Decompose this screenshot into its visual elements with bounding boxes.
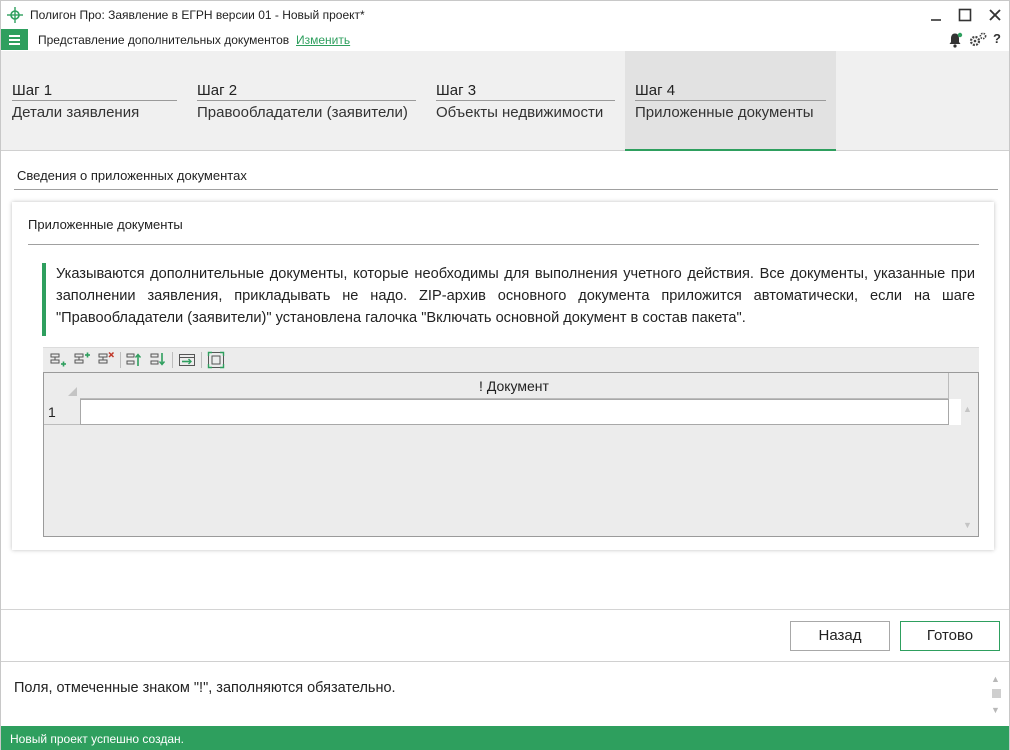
hint-panel: Поля, отмеченные знаком "!", заполняются… — [1, 661, 1009, 725]
hint-text: Поля, отмеченные знаком "!", заполняются… — [14, 680, 396, 696]
document-cell[interactable] — [80, 399, 949, 425]
move-down-icon[interactable] — [149, 351, 167, 369]
step-name: Правообладатели (заявители) — [197, 104, 408, 121]
step-2-tab[interactable]: Шаг 2 Правообладатели (заявители) — [187, 51, 427, 151]
bell-icon[interactable] — [947, 32, 963, 48]
app-window: Полигон Про: Заявление в ЕГРН версии 01 … — [0, 0, 1010, 750]
maximize-button[interactable] — [955, 5, 975, 25]
help-icon[interactable]: ? — [993, 31, 1001, 46]
insert-row-icon[interactable] — [73, 351, 91, 369]
hint-scroll-down-icon[interactable]: ▼ — [991, 705, 1000, 715]
column-header-label: ! Документ — [479, 378, 549, 394]
app-logo-icon — [7, 7, 23, 23]
scroll-down-icon[interactable]: ▼ — [963, 520, 972, 530]
fit-columns-icon[interactable] — [207, 351, 225, 369]
view-label: Представление дополнительных документов — [38, 33, 290, 47]
wizard-steps: Шаг 1 Детали заявления Шаг 2 Правооблада… — [1, 51, 1009, 151]
documents-table: ! Документ 1 ▲ ▼ — [43, 372, 979, 537]
select-all-corner[interactable] — [68, 387, 77, 396]
hint-scroll-up-icon[interactable]: ▲ — [991, 674, 1000, 684]
move-up-icon[interactable] — [125, 351, 143, 369]
step-number: Шаг 1 — [12, 82, 53, 99]
window-title: Полигон Про: Заявление в ЕГРН версии 01 … — [30, 8, 365, 22]
step-number: Шаг 3 — [436, 82, 477, 99]
section-title: Сведения о приложенных документах — [17, 168, 247, 183]
step-number: Шаг 4 — [635, 82, 676, 99]
done-button[interactable]: Готово — [900, 621, 1000, 651]
step-1-tab[interactable]: Шаг 1 Детали заявления — [1, 51, 181, 151]
step-number: Шаг 2 — [197, 82, 238, 99]
import-icon[interactable] — [178, 351, 196, 369]
step-name: Детали заявления — [12, 104, 140, 121]
settings-icon[interactable] — [969, 32, 987, 48]
column-header-document[interactable]: ! Документ — [80, 373, 949, 399]
add-row-icon[interactable] — [49, 351, 67, 369]
section-divider — [14, 189, 998, 190]
attached-documents-panel: Приложенные документы Указываются дополн… — [12, 202, 994, 550]
scroll-up-icon[interactable]: ▲ — [963, 404, 972, 414]
main-menu-button[interactable] — [1, 29, 28, 50]
status-bar: Новый проект успешно создан. — [1, 726, 1009, 750]
change-link[interactable]: Изменить — [296, 33, 350, 47]
step-4-tab[interactable]: Шаг 4 Приложенные документы — [625, 51, 836, 151]
back-button[interactable]: Назад — [790, 621, 890, 651]
grid-toolbar — [43, 347, 979, 372]
status-text: Новый проект успешно создан. — [10, 732, 184, 746]
row-number: 1 — [48, 404, 56, 420]
panel-divider — [28, 244, 979, 245]
step-name: Приложенные документы — [635, 104, 814, 121]
menu-bar: Представление дополнительных документов … — [1, 29, 1009, 51]
title-bar: Полигон Про: Заявление в ЕГРН версии 01 … — [1, 1, 1009, 29]
hamburger-icon — [9, 35, 20, 37]
close-button[interactable] — [985, 5, 1005, 25]
panel-title: Приложенные документы — [28, 217, 183, 232]
minimize-button[interactable] — [926, 5, 946, 25]
info-note: Указываются дополнительные документы, ко… — [42, 263, 975, 336]
step-3-tab[interactable]: Шаг 3 Объекты недвижимости — [427, 51, 625, 151]
step-name: Объекты недвижимости — [436, 104, 604, 121]
delete-row-icon[interactable] — [97, 351, 115, 369]
footer-divider — [1, 609, 1009, 610]
hint-scroll-thumb[interactable] — [992, 689, 1001, 698]
